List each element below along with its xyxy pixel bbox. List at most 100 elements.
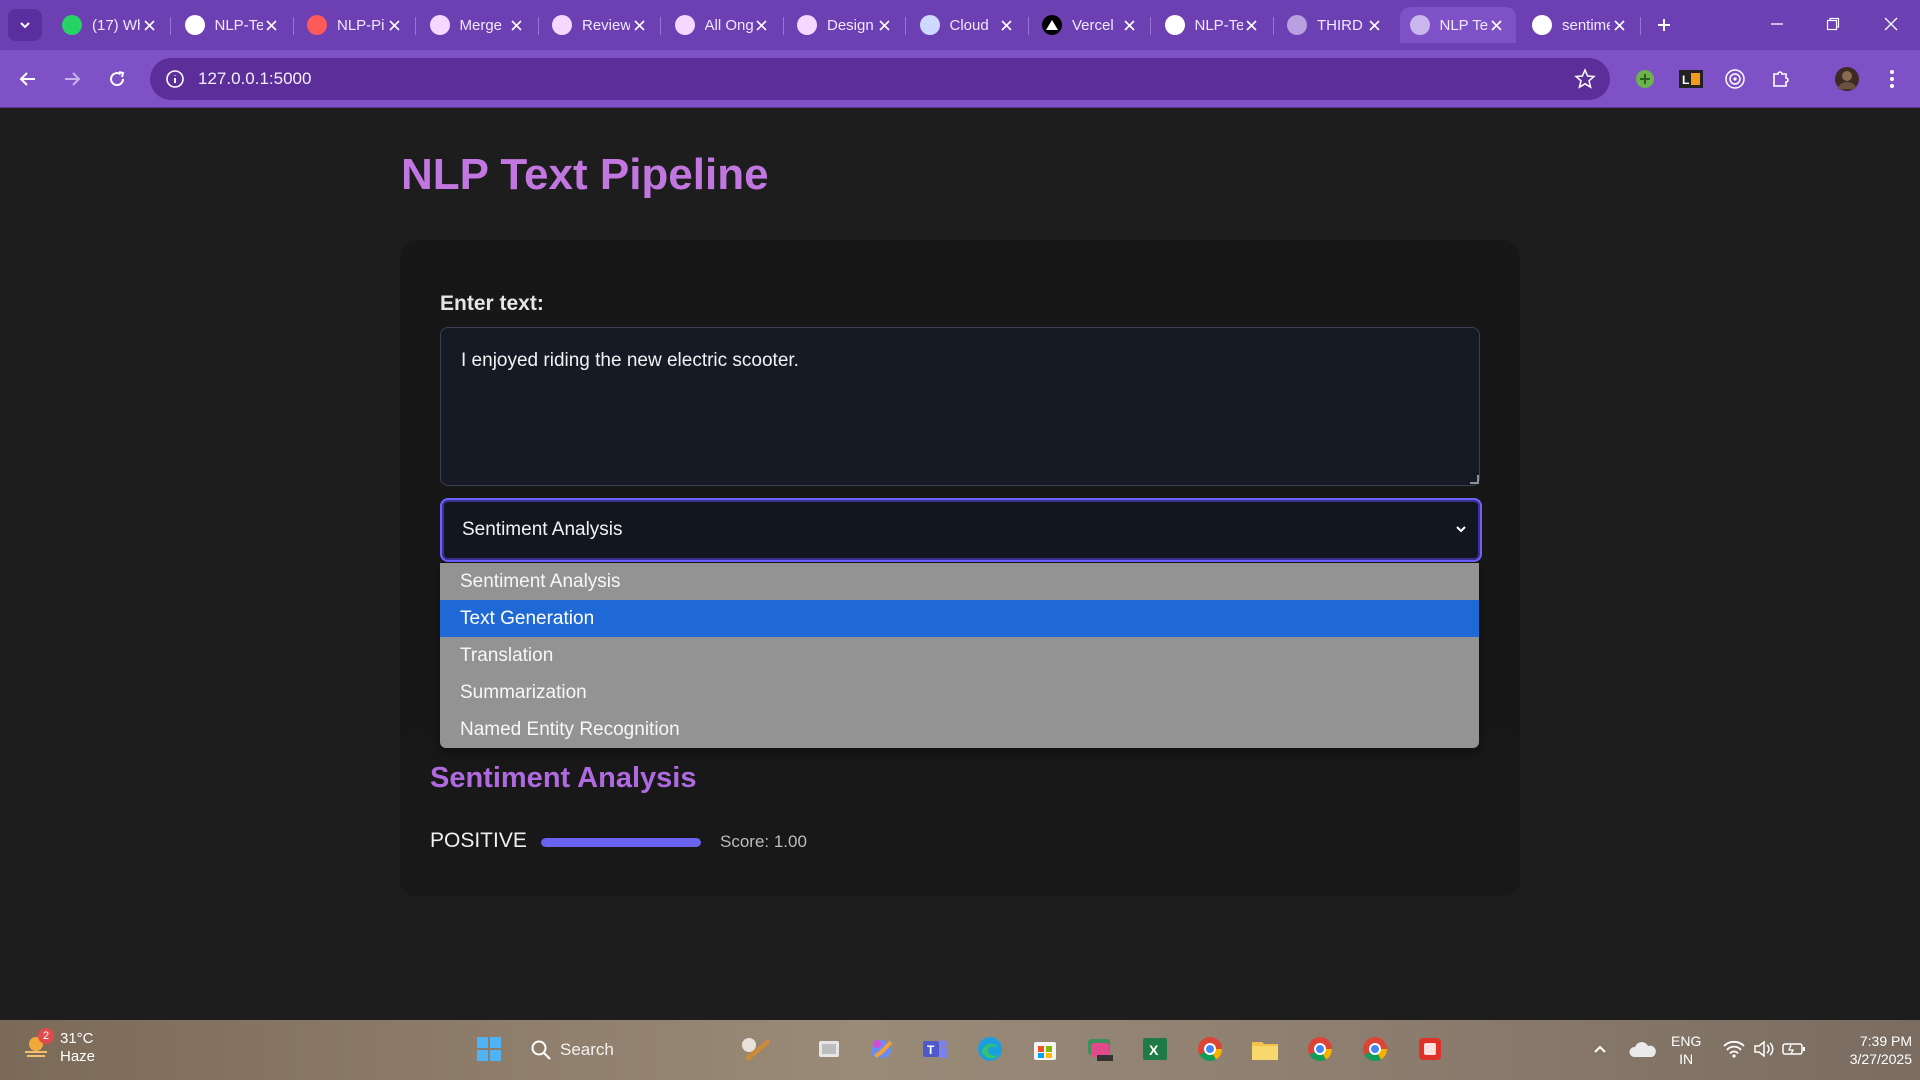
dropdown-option-text-generation[interactable]: Text Generation	[440, 600, 1479, 637]
tab-close-icon[interactable]	[140, 16, 158, 34]
back-button[interactable]	[12, 63, 44, 95]
result-heading: Sentiment Analysis	[430, 762, 697, 794]
taskbar-app-teams[interactable]: T	[918, 1032, 952, 1066]
copilot-icon	[871, 1040, 893, 1058]
taskbar-app-baseball[interactable]	[738, 1032, 772, 1066]
browser-menu-button[interactable]	[1878, 65, 1906, 93]
tab-close-icon[interactable]	[998, 16, 1016, 34]
more-vertical-icon	[1890, 70, 1894, 88]
tab-close-icon[interactable]	[1610, 16, 1628, 34]
clock-time: 7:39 PM	[1859, 1033, 1912, 1049]
tab-close-icon[interactable]	[1365, 16, 1383, 34]
text-input[interactable]: I enjoyed riding the new electric scoote…	[440, 327, 1480, 486]
url-text[interactable]: 127.0.0.1:5000	[198, 69, 311, 89]
reload-button[interactable]	[101, 63, 133, 95]
folder-icon	[1252, 1042, 1278, 1060]
tab-title: THIRD	[1317, 16, 1363, 34]
tab-close-icon[interactable]	[1120, 16, 1138, 34]
taskbar-app-file-explorer[interactable]	[1248, 1032, 1282, 1066]
taskbar-search-label: Search	[560, 1040, 614, 1059]
browser-tab[interactable]: Merge	[420, 7, 539, 43]
bookmark-star-icon[interactable]	[1574, 68, 1596, 90]
baseball-icon	[742, 1038, 770, 1061]
taskbar-app-chrome[interactable]	[1193, 1032, 1227, 1066]
browser-tab[interactable]: Design	[787, 7, 906, 43]
close-window-button[interactable]	[1871, 8, 1911, 40]
start-button[interactable]	[472, 1032, 506, 1066]
tab-close-icon[interactable]	[1488, 16, 1506, 34]
chevron-down-icon	[1456, 526, 1466, 533]
dropdown-option-translation[interactable]: Translation	[440, 637, 1479, 674]
tab-search-button[interactable]	[8, 9, 42, 41]
browser-tab[interactable]: All Ongoing	[665, 7, 784, 43]
textarea-resize-handle[interactable]	[1470, 475, 1479, 484]
taskbar-app-taskview[interactable]	[812, 1032, 846, 1066]
language-indicator[interactable]: ENG IN	[1671, 1032, 1701, 1068]
taskbar: 2 31°C Haze Search T X ENG IN 7:39 PM 3/…	[0, 1020, 1920, 1080]
browser-tab[interactable]: sentiment	[1522, 7, 1641, 43]
taskbar-app-copilot[interactable]	[864, 1032, 898, 1066]
volume-icon	[1754, 1040, 1774, 1058]
browser-tab[interactable]: Cloud	[910, 7, 1029, 43]
extension-green-button[interactable]	[1631, 65, 1659, 93]
tab-title: NLP-Text	[1194, 16, 1243, 34]
profile-avatar[interactable]	[1833, 65, 1861, 93]
wifi-button[interactable]	[1717, 1032, 1751, 1066]
browser-tab[interactable]: NLP-Text	[1155, 7, 1274, 43]
dropdown-option-ner[interactable]: Named Entity Recognition	[440, 711, 1479, 748]
weather-widget[interactable]: 2 31°C Haze	[22, 1028, 95, 1065]
battery-button[interactable]	[1777, 1032, 1811, 1066]
onedrive-button[interactable]	[1625, 1032, 1659, 1066]
taskbar-app-m365[interactable]	[1083, 1032, 1117, 1066]
taskbar-app-chrome-profile[interactable]	[1303, 1032, 1337, 1066]
tab-close-icon[interactable]	[753, 16, 771, 34]
show-hidden-icons-button[interactable]	[1583, 1032, 1617, 1066]
browser-tab[interactable]: NLP-Pipeline	[297, 7, 416, 43]
whatsapp-icon	[62, 15, 82, 35]
browser-tab[interactable]: Vercel	[1032, 7, 1151, 43]
globe-icon	[1287, 15, 1307, 35]
tab-close-icon[interactable]	[875, 16, 893, 34]
tab-close-icon[interactable]	[385, 16, 403, 34]
new-tab-button[interactable]	[1650, 11, 1678, 39]
tab-separator	[905, 17, 906, 35]
tab-close-icon[interactable]	[1243, 16, 1261, 34]
browser-tab[interactable]: Review	[542, 7, 661, 43]
extension-target-button[interactable]	[1721, 65, 1749, 93]
extension-lighthouse-button[interactable]: L	[1677, 65, 1705, 93]
tab-separator	[537, 17, 539, 35]
clock[interactable]: 7:39 PM 3/27/2025	[1822, 1032, 1912, 1068]
extensions-button[interactable]	[1767, 65, 1795, 93]
taskbar-app-excel[interactable]: X	[1138, 1032, 1172, 1066]
taskbar-search[interactable]: Search	[530, 1032, 700, 1068]
tab-separator	[1272, 17, 1274, 35]
arrow-right-icon	[65, 72, 81, 86]
tab-close-icon[interactable]	[263, 16, 281, 34]
browser-tab[interactable]: NLP Text Pipeline	[1399, 7, 1516, 43]
taskbar-app-red[interactable]	[1413, 1032, 1447, 1066]
volume-button[interactable]	[1747, 1032, 1781, 1066]
task-dropdown-list: Sentiment Analysis Text Generation Trans…	[440, 563, 1479, 748]
taskbar-app-chrome-profile-2[interactable]	[1358, 1032, 1392, 1066]
taskbar-app-edge[interactable]	[973, 1032, 1007, 1066]
task-select[interactable]: Sentiment Analysis	[440, 498, 1482, 562]
browser-tab[interactable]: THIRD	[1277, 7, 1393, 43]
forward-button[interactable]	[56, 63, 88, 95]
browser-tab[interactable]: NLP-Text-Pipeline	[175, 7, 294, 43]
dropdown-option-summarization[interactable]: Summarization	[440, 674, 1479, 711]
restore-button[interactable]	[1813, 8, 1853, 40]
input-label: Enter text:	[440, 292, 544, 315]
svg-text:X: X	[1149, 1042, 1159, 1058]
site-info-button[interactable]	[154, 58, 196, 100]
minimize-button[interactable]	[1757, 8, 1797, 40]
taskbar-app-store[interactable]	[1028, 1032, 1062, 1066]
dropdown-option-sentiment[interactable]: Sentiment Analysis	[440, 563, 1479, 600]
avatar-icon	[1835, 67, 1859, 91]
tab-title: All Ongoing	[704, 16, 753, 34]
tab-close-icon[interactable]	[508, 16, 526, 34]
address-bar[interactable]: 127.0.0.1:5000	[150, 58, 1610, 100]
tab-close-icon[interactable]	[630, 16, 648, 34]
search-icon	[531, 1040, 551, 1060]
globe-icon	[1409, 15, 1430, 35]
browser-tab[interactable]: (17) WhatsApp	[52, 7, 171, 43]
